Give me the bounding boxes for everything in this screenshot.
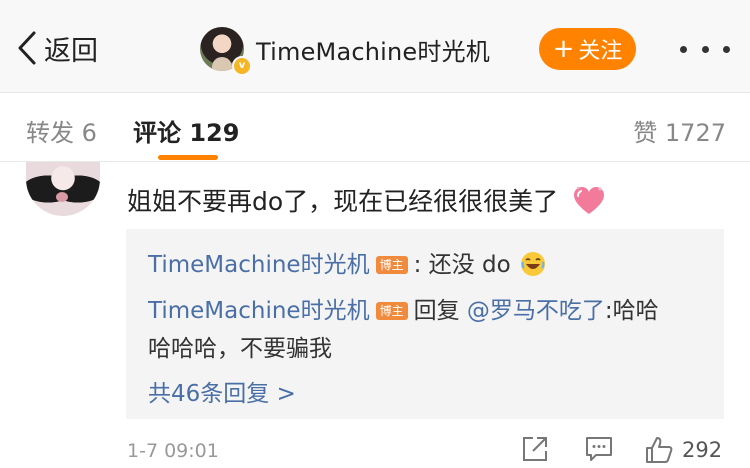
reply-preview-box[interactable]: TimeMachine时光机 博主: 还没 do TimeMachine时光机 博主… [126, 229, 724, 419]
reply-spacer [460, 298, 467, 324]
back-chevron-icon [18, 31, 36, 65]
comment-timestamp: 1-7 09:01 [127, 440, 219, 462]
reply-button[interactable] [584, 434, 614, 466]
plus-icon: + [552, 34, 575, 64]
reply-author[interactable]: TimeMachine时光机 [148, 252, 370, 278]
blogger-name[interactable]: TimeMachine时光机 [256, 32, 490, 67]
reply-text: :哈哈 [604, 298, 659, 324]
active-tab-indicator [158, 155, 218, 160]
share-icon [523, 437, 547, 461]
tab-repost[interactable]: 转发 6 [26, 113, 97, 148]
heart-emoji-icon [574, 186, 605, 214]
comment-text: 姐姐不要再do了，现在已经很很很美了 [127, 187, 559, 216]
more-dots-icon [680, 45, 687, 53]
reply-author[interactable]: TimeMachine时光机 [148, 298, 370, 324]
host-badge: 博主 [375, 256, 408, 274]
commenter-avatar[interactable] [26, 162, 100, 216]
like-count: 292 [682, 438, 723, 462]
back-label: 返回 [44, 35, 98, 67]
tab-bar: 转发 6 评论 129 赞 1727 [0, 93, 750, 162]
thumbs-up-icon [646, 437, 673, 463]
back-button[interactable]: 返回 [16, 28, 98, 68]
reply-item: TimeMachine时光机 博主 : 还没 do [148, 245, 546, 279]
tab-comment[interactable]: 评论 129 [133, 113, 239, 148]
tab-like[interactable]: 赞 1727 [633, 113, 726, 148]
more-dots-icon [723, 45, 730, 53]
comment-icon [586, 437, 612, 461]
top-navigation-bar: 返回 TimeMachine时光机 v + 关注 [0, 0, 750, 93]
reply-item: TimeMachine时光机 博主 回复 @罗马不吃了:哈哈 [148, 291, 659, 325]
reply-mention[interactable]: @罗马不吃了 [467, 298, 605, 324]
like-button[interactable]: 292 [644, 434, 722, 466]
host-badge: 博主 [375, 302, 408, 320]
comment-body: 姐姐不要再do了，现在已经很很很美了 [127, 182, 606, 218]
more-dots-icon [701, 45, 709, 53]
laugh-emoji-icon [520, 252, 545, 276]
reply-text: : 还没 do [413, 252, 511, 278]
share-button[interactable] [520, 434, 550, 466]
follow-button[interactable]: + 关注 [539, 28, 636, 70]
follow-label: 关注 [578, 39, 623, 64]
reply-prefix: 回复 [413, 298, 460, 324]
verified-badge-icon: v [232, 56, 252, 76]
reply-text-continued: 哈哈哈，不要骗我 [148, 336, 332, 362]
more-options-button[interactable] [680, 34, 730, 64]
view-all-replies-link[interactable]: 共46条回复 > [148, 374, 296, 408]
